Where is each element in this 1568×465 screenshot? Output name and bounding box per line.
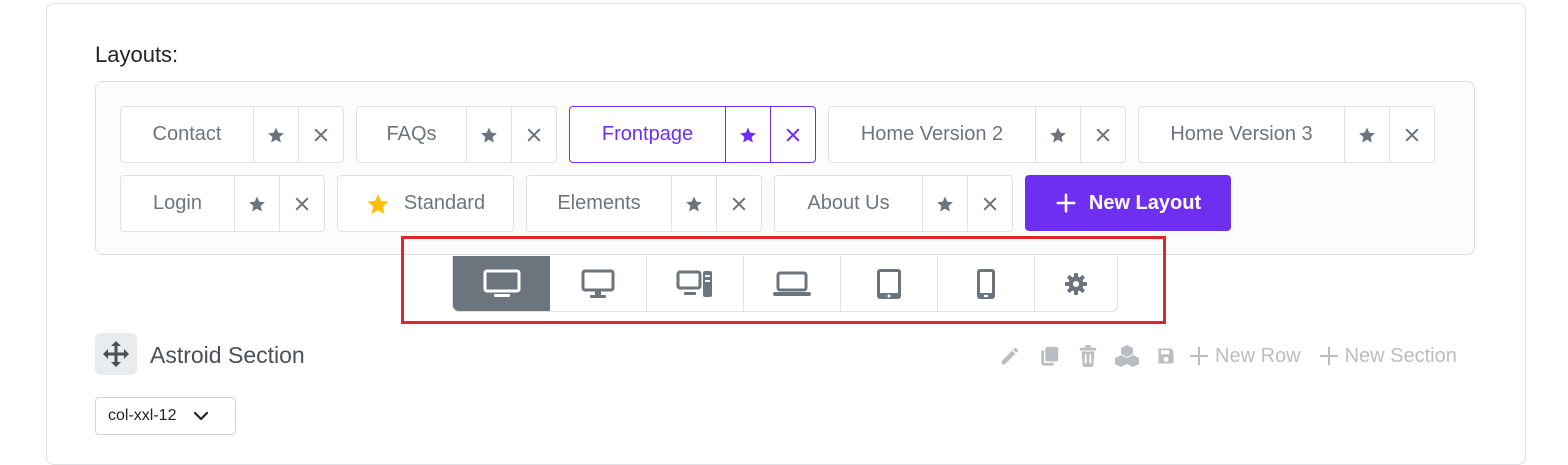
- new-layout-label: New Layout: [1088, 191, 1202, 214]
- close-icon[interactable]: [967, 176, 1012, 231]
- plus-icon: [1189, 346, 1209, 366]
- close-icon[interactable]: [1080, 107, 1125, 162]
- layout-chip-name[interactable]: Login: [121, 176, 234, 231]
- layout-chip-name[interactable]: Home Version 2: [829, 107, 1035, 162]
- new-section-button[interactable]: New Section: [1319, 345, 1457, 368]
- move-icon: [102, 340, 130, 368]
- new-layout-button[interactable]: New Layout: [1025, 175, 1231, 231]
- layout-chip-home-version-2: Home Version 2: [828, 106, 1126, 163]
- plus-icon: [1319, 346, 1339, 366]
- save-button[interactable]: [1146, 340, 1185, 372]
- new-row-button[interactable]: New Row: [1189, 345, 1301, 368]
- layouts-title: Layouts:: [95, 42, 179, 67]
- star-icon[interactable]: [922, 176, 967, 231]
- new-section-label: New Section: [1344, 344, 1457, 367]
- layout-chip-name[interactable]: Frontpage: [570, 107, 725, 162]
- plus-icon: [1055, 192, 1077, 214]
- layout-chip-standard: Standard: [337, 175, 514, 232]
- star-icon[interactable]: [234, 176, 279, 231]
- layout-chip-login: Login: [120, 175, 325, 232]
- star-icon[interactable]: [671, 176, 716, 231]
- layout-chip-name[interactable]: Home Version 3: [1139, 107, 1344, 162]
- star-icon[interactable]: [1344, 107, 1389, 162]
- close-icon[interactable]: [770, 107, 815, 162]
- layout-chip-name[interactable]: About Us: [775, 176, 922, 231]
- layout-chip-name[interactable]: Contact: [121, 107, 253, 162]
- layout-chip-name[interactable]: Elements: [527, 176, 671, 231]
- layout-chip-name[interactable]: FAQs: [357, 107, 466, 162]
- default-star-icon: [366, 192, 390, 216]
- layout-chip-contact: Contact: [120, 106, 344, 163]
- layout-chip-standard-inner[interactable]: Standard: [338, 176, 513, 231]
- move-handle[interactable]: [95, 333, 137, 375]
- new-row-label: New Row: [1215, 344, 1301, 367]
- layout-chip-home-version-3: Home Version 3: [1138, 106, 1435, 163]
- star-icon[interactable]: [466, 107, 511, 162]
- trash-icon: [1078, 345, 1098, 367]
- duplicate-button[interactable]: [1029, 340, 1068, 372]
- star-icon[interactable]: [253, 107, 298, 162]
- close-icon[interactable]: [1389, 107, 1434, 162]
- star-icon[interactable]: [1035, 107, 1080, 162]
- cubes-icon: [1114, 345, 1139, 367]
- section-title: Astroid Section: [150, 342, 305, 368]
- layout-chip-faqs: FAQs: [356, 106, 557, 163]
- close-icon[interactable]: [279, 176, 324, 231]
- chevron-down-icon: [192, 407, 210, 425]
- close-icon[interactable]: [511, 107, 556, 162]
- close-icon[interactable]: [716, 176, 761, 231]
- star-icon[interactable]: [725, 107, 770, 162]
- components-button[interactable]: [1107, 340, 1146, 372]
- delete-button[interactable]: [1068, 340, 1107, 372]
- column-size-value: col-xxl-12: [108, 407, 177, 424]
- section-toolbar: New Row New Section: [990, 340, 1471, 372]
- layout-chip-frontpage: Frontpage: [569, 106, 816, 163]
- layout-chip-name: Standard: [403, 192, 486, 214]
- pencil-icon: [999, 345, 1021, 367]
- layout-chip-elements: Elements: [526, 175, 762, 232]
- column-size-select[interactable]: col-xxl-12: [95, 397, 236, 435]
- save-icon: [1156, 346, 1176, 366]
- edit-button[interactable]: [990, 340, 1029, 372]
- copy-icon: [1038, 345, 1060, 367]
- layout-chip-about-us: About Us: [774, 175, 1013, 232]
- highlight-box: [401, 236, 1166, 324]
- close-icon[interactable]: [298, 107, 343, 162]
